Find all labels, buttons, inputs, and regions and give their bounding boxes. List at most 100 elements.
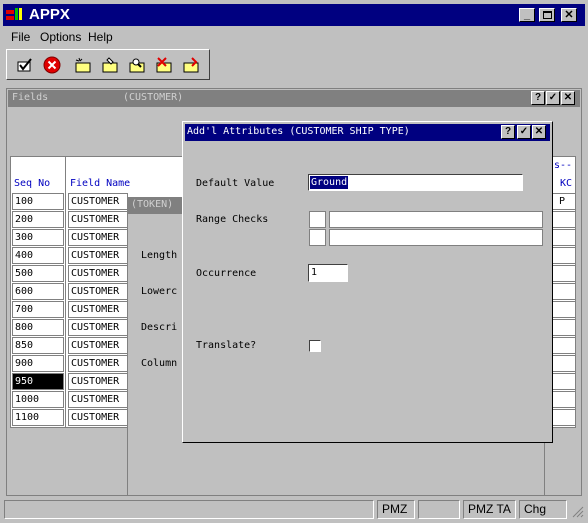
occurrence-label: Occurrence bbox=[196, 268, 257, 279]
seq-no-cell[interactable]: 900 bbox=[12, 355, 64, 372]
fields-help-button[interactable]: ? bbox=[531, 91, 545, 105]
default-value-text: Ground bbox=[310, 176, 349, 189]
menu-help[interactable]: Help bbox=[88, 30, 113, 44]
range-check-2-input[interactable] bbox=[329, 229, 543, 246]
app-titlebar: APPX _ ✕ bbox=[3, 4, 585, 26]
occurrence-input[interactable]: 1 bbox=[308, 264, 348, 282]
fields-window-titlebar: Fields (CUSTOMER) ? ✓ ✕ bbox=[8, 90, 580, 107]
token-window bbox=[127, 197, 187, 495]
seq-no-cell[interactable]: 400 bbox=[12, 247, 64, 264]
kc-cell[interactable] bbox=[552, 265, 576, 282]
check-icon bbox=[17, 58, 32, 72]
seq-no-header: Seq No bbox=[14, 178, 51, 189]
fields-window-title: Fields bbox=[12, 92, 49, 103]
toolbar-delete-button[interactable] bbox=[153, 54, 175, 76]
field-name-header: Field Name bbox=[70, 178, 131, 189]
status-pane-blank bbox=[418, 500, 460, 519]
dialog-ok-button[interactable]: ✓ bbox=[517, 125, 531, 139]
kc-cell[interactable] bbox=[552, 301, 576, 318]
seq-no-cell[interactable]: 300 bbox=[12, 229, 64, 246]
maximize-button[interactable] bbox=[539, 8, 555, 22]
seq-no-cell[interactable]: 700 bbox=[12, 301, 64, 318]
range-check-2-checkbox[interactable] bbox=[309, 229, 326, 246]
translate-label: Translate? bbox=[196, 340, 257, 351]
translate-checkbox[interactable] bbox=[309, 340, 321, 352]
description-label: Descri bbox=[141, 322, 178, 333]
length-label: Length bbox=[141, 250, 178, 261]
kc-cell[interactable]: P bbox=[552, 193, 576, 210]
kc-cell[interactable] bbox=[552, 391, 576, 408]
maximize-icon bbox=[542, 11, 552, 19]
end-icon bbox=[183, 57, 199, 73]
range-check-1-input[interactable] bbox=[329, 211, 543, 228]
kc-cell[interactable] bbox=[552, 229, 576, 246]
kc-cell[interactable] bbox=[552, 409, 576, 426]
delete-record-icon bbox=[156, 57, 172, 73]
field-name-cell[interactable]: CUSTOMER bbox=[68, 301, 128, 318]
fields-close-button[interactable]: ✕ bbox=[561, 91, 575, 105]
field-name-cell[interactable]: CUSTOMER bbox=[68, 229, 128, 246]
field-name-cell[interactable]: CUSTOMER bbox=[68, 319, 128, 336]
field-name-cell[interactable]: CUSTOMER bbox=[68, 265, 128, 282]
check-icon: ✓ bbox=[519, 126, 529, 137]
field-name-cell[interactable]: CUSTOMER bbox=[68, 193, 128, 210]
seq-no-cell[interactable]: 850 bbox=[12, 337, 64, 354]
close-icon: ✕ bbox=[563, 92, 573, 103]
field-name-cell[interactable]: CUSTOMER bbox=[68, 373, 128, 390]
add-record-icon bbox=[75, 57, 91, 73]
toolbar-end-button[interactable] bbox=[180, 54, 202, 76]
fields-ok-button[interactable]: ✓ bbox=[546, 91, 560, 105]
seq-no-cell[interactable]: 1100 bbox=[12, 409, 64, 426]
default-value-input[interactable]: Ground bbox=[308, 174, 523, 191]
status-pane-chg: Chg bbox=[519, 500, 567, 519]
minimize-button[interactable]: _ bbox=[519, 8, 535, 22]
kc-cell[interactable] bbox=[552, 247, 576, 264]
minimize-icon: _ bbox=[523, 9, 531, 21]
field-name-cell[interactable]: CUSTOMER bbox=[68, 355, 128, 372]
field-name-cell[interactable]: CUSTOMER bbox=[68, 247, 128, 264]
edit-record-icon bbox=[102, 57, 118, 73]
seq-no-cell[interactable]: 200 bbox=[12, 211, 64, 228]
toolbar-add-button[interactable] bbox=[72, 54, 94, 76]
field-name-cell[interactable]: CUSTOMER bbox=[68, 409, 128, 426]
kc-cell[interactable] bbox=[552, 355, 576, 372]
check-icon: ✓ bbox=[548, 92, 558, 103]
seq-no-cell[interactable]: 600 bbox=[12, 283, 64, 300]
kc-cell[interactable] bbox=[552, 211, 576, 228]
toolbar-edit-button[interactable] bbox=[99, 54, 121, 76]
field-name-cell[interactable]: CUSTOMER bbox=[68, 337, 128, 354]
dialog-close-button[interactable]: ✕ bbox=[532, 125, 546, 139]
field-name-cell[interactable]: CUSTOMER bbox=[68, 283, 128, 300]
status-pane-pmz: PMZ bbox=[377, 500, 415, 519]
seq-no-cell[interactable]: 1000 bbox=[12, 391, 64, 408]
resize-grip-icon[interactable] bbox=[570, 504, 584, 518]
kc-header: KC bbox=[560, 178, 573, 189]
status-pane-main bbox=[4, 500, 374, 519]
field-name-cell[interactable]: CUSTOMER bbox=[68, 391, 128, 408]
occurrence-value: 1 bbox=[311, 267, 318, 278]
app-logo-icon bbox=[6, 7, 26, 23]
toolbar-cancel-button[interactable] bbox=[41, 54, 63, 76]
kc-cell[interactable] bbox=[552, 337, 576, 354]
menu-file[interactable]: File bbox=[11, 30, 30, 44]
seq-no-cell[interactable]: 950 bbox=[12, 373, 64, 390]
seq-no-cell[interactable]: 500 bbox=[12, 265, 64, 282]
toolbar-ok-button[interactable] bbox=[14, 54, 36, 76]
range-check-1-checkbox[interactable] bbox=[309, 211, 326, 228]
seq-no-cell[interactable]: 800 bbox=[12, 319, 64, 336]
column-label: Column bbox=[141, 358, 178, 369]
dialog-title: Add'l Attributes (CUSTOMER SHIP TYPE) bbox=[187, 126, 410, 137]
token-window-title: (TOKEN) bbox=[131, 199, 174, 210]
fields-window-subtitle: (CUSTOMER) bbox=[123, 92, 184, 103]
close-icon: ✕ bbox=[534, 126, 544, 137]
menu-options[interactable]: Options bbox=[40, 30, 81, 44]
kc-cell[interactable] bbox=[552, 319, 576, 336]
close-button[interactable]: ✕ bbox=[561, 8, 577, 22]
seq-no-cell[interactable]: 100 bbox=[12, 193, 64, 210]
kc-cell[interactable] bbox=[552, 373, 576, 390]
dialog-help-button[interactable]: ? bbox=[501, 125, 515, 139]
kc-cell[interactable] bbox=[552, 283, 576, 300]
toolbar-search-button[interactable] bbox=[126, 54, 148, 76]
field-name-cell[interactable]: CUSTOMER bbox=[68, 211, 128, 228]
token-window-titlebar: (TOKEN) bbox=[128, 197, 188, 214]
